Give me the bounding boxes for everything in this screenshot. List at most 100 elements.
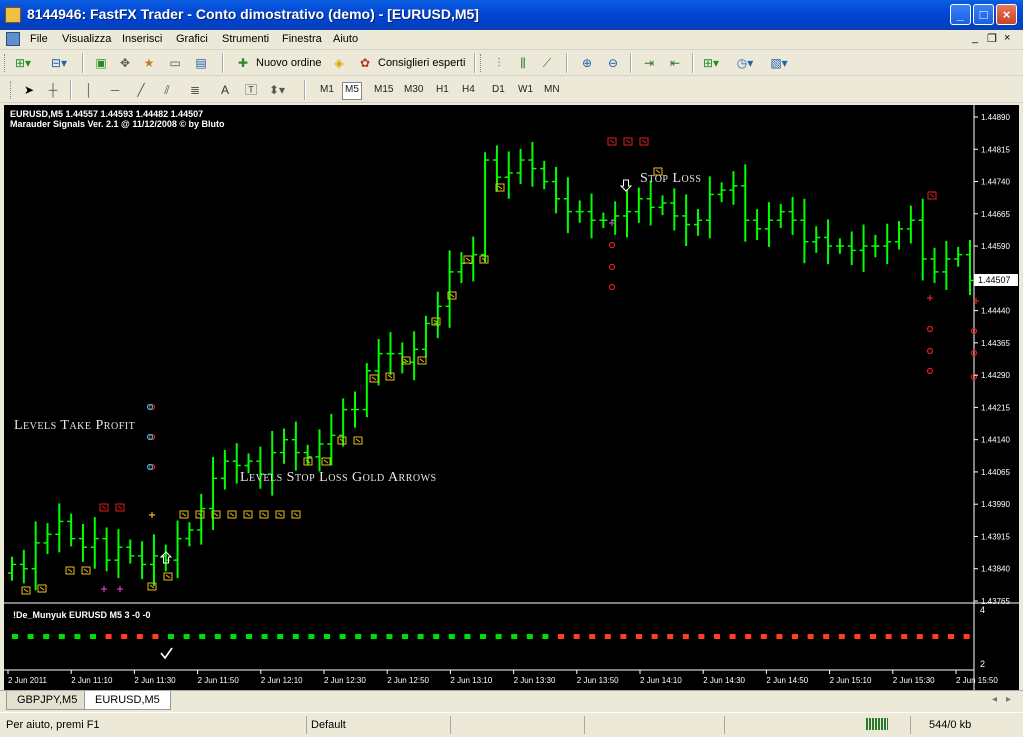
timeframe-w1[interactable]: W1 bbox=[516, 82, 535, 98]
minimize-button[interactable]: _ bbox=[950, 4, 971, 25]
mdi-restore-button[interactable]: ❐ bbox=[987, 32, 997, 45]
mdi-minimize-button[interactable]: _ bbox=[972, 32, 978, 44]
trendline-icon[interactable]: ╱ bbox=[132, 81, 150, 99]
tab-scroll-left-icon[interactable]: ◂ bbox=[992, 694, 997, 705]
indicator-dot bbox=[698, 634, 705, 639]
auto-scroll-icon[interactable]: ⇥ bbox=[640, 54, 658, 72]
terminal-icon[interactable]: ▭ bbox=[166, 54, 184, 72]
tab-scroll-right-icon[interactable]: ▸ bbox=[1006, 694, 1011, 705]
new-order-icon[interactable]: ✚ bbox=[234, 54, 252, 72]
menu-window[interactable]: Finestra bbox=[282, 33, 322, 45]
chart-window[interactable]: 1.44890 1.44815 1.44740 1.44665 1.44590 1.445… bbox=[4, 105, 1019, 690]
toolbar-grip[interactable] bbox=[480, 54, 484, 72]
line-chart-icon[interactable]: ⟋ bbox=[538, 54, 556, 72]
x-tick-label: 2 Jun 12:50 bbox=[387, 676, 429, 685]
horizontal-line-icon[interactable]: ─ bbox=[106, 81, 124, 99]
mdi-close-button[interactable]: × bbox=[1004, 32, 1010, 44]
timeframe-mn[interactable]: MN bbox=[542, 82, 562, 98]
menu-charts[interactable]: Grafici bbox=[176, 33, 208, 45]
indicator-label: !De_Munyuk EURUSD M5 3 -0 -0 bbox=[13, 610, 151, 620]
indicator-dot bbox=[542, 634, 549, 639]
market-watch-icon[interactable]: ▣ bbox=[92, 54, 110, 72]
gold-signal-cross bbox=[149, 512, 155, 518]
zoom-in-icon[interactable]: ⊕ bbox=[578, 54, 596, 72]
y-tick-label: 1.43915 bbox=[981, 532, 1010, 541]
data-window-icon[interactable]: ✥ bbox=[116, 54, 134, 72]
indicator-dot bbox=[807, 634, 814, 639]
indicator-dot bbox=[480, 634, 486, 639]
candlestick-icon[interactable]: ⫼ bbox=[514, 54, 532, 72]
vertical-line-icon[interactable]: │ bbox=[80, 81, 98, 99]
indicator-dot bbox=[261, 634, 268, 639]
y-tick-label: 1.44815 bbox=[981, 145, 1010, 154]
toolbar-grip[interactable] bbox=[10, 81, 14, 99]
timeframe-d1[interactable]: D1 bbox=[490, 82, 507, 98]
text-tool-button[interactable]: A bbox=[216, 81, 234, 99]
timeframe-m1[interactable]: M1 bbox=[318, 82, 336, 98]
crosshair-icon[interactable]: ┼ bbox=[44, 81, 62, 99]
periods-icon[interactable]: ◷▾ bbox=[736, 54, 754, 72]
fibonacci-icon[interactable]: ≣ bbox=[186, 81, 204, 99]
y-tick-label: 1.43990 bbox=[981, 500, 1010, 509]
gold-level-marker bbox=[179, 510, 189, 519]
maximize-button[interactable]: □ bbox=[973, 4, 994, 25]
menu-file[interactable]: File bbox=[30, 33, 48, 45]
bar-chart-icon[interactable]: ⫶ bbox=[490, 54, 508, 72]
text-label-icon[interactable]: 🅃 bbox=[242, 81, 260, 99]
menu-insert[interactable]: Inserisci bbox=[122, 33, 162, 45]
gold-level-marker bbox=[369, 374, 379, 383]
timeframe-m30[interactable]: M30 bbox=[402, 82, 425, 98]
annotation-take-profit: Levels Take Profit bbox=[14, 418, 136, 433]
toolbar-grip[interactable] bbox=[4, 54, 8, 72]
indicator-dot bbox=[199, 634, 206, 639]
gold-level-marker bbox=[463, 255, 473, 264]
tab-eurusd[interactable]: EURUSD,M5 bbox=[84, 691, 171, 710]
indicator-scale-top: 4 bbox=[980, 605, 985, 615]
indicators-icon[interactable]: ⊞▾ bbox=[702, 54, 720, 72]
menu-tools[interactable]: Strumenti bbox=[222, 33, 269, 45]
indicator-dot bbox=[526, 634, 533, 639]
gold-level-mark bbox=[419, 358, 425, 363]
timeframe-m5[interactable]: M5 bbox=[342, 82, 362, 100]
connection-status-icon bbox=[866, 718, 888, 730]
indicator-dot bbox=[370, 634, 377, 639]
x-tick-label: 2 Jun 14:50 bbox=[766, 676, 808, 685]
gold-level-marker bbox=[21, 586, 31, 595]
timeframe-h1[interactable]: H1 bbox=[434, 82, 451, 98]
chart-symbol-ohlc: EURUSD,M5 1.44557 1.44593 1.44482 1.4450… bbox=[10, 109, 204, 119]
window-titlebar[interactable]: 8144946: FastFX Trader - Conto dimostrat… bbox=[0, 0, 1023, 30]
gold-level-mark bbox=[497, 185, 503, 190]
chart-tabs: GBPJPY,M5 EURUSD,M5 ◂ ▸ bbox=[0, 690, 1023, 711]
timeframe-h4[interactable]: H4 bbox=[460, 82, 477, 98]
metaeditor-icon[interactable]: ◈ bbox=[330, 54, 348, 72]
close-button[interactable]: × bbox=[996, 4, 1017, 25]
x-tick-label: 2 Jun 12:30 bbox=[324, 676, 366, 685]
strategy-tester-icon[interactable]: ▤ bbox=[192, 54, 210, 72]
chart-shift-icon[interactable]: ⇤ bbox=[666, 54, 684, 72]
gold-level-marker bbox=[479, 255, 489, 264]
cursor-icon[interactable]: ➤ bbox=[20, 81, 38, 99]
expert-advisors-button[interactable]: Consiglieri esperti bbox=[378, 54, 465, 72]
equidistant-channel-icon[interactable]: ⫽ bbox=[158, 81, 176, 99]
chart-window-icon[interactable] bbox=[6, 32, 20, 46]
indicator-dot bbox=[573, 634, 580, 639]
tab-gbpjpy[interactable]: GBPJPY,M5 bbox=[6, 691, 89, 710]
price-chart[interactable]: 1.44890 1.44815 1.44740 1.44665 1.44590 1.445… bbox=[4, 105, 1019, 690]
expert-advisors-icon[interactable]: ✿ bbox=[356, 54, 374, 72]
new-order-button[interactable]: Nuovo ordine bbox=[256, 54, 321, 72]
menu-view[interactable]: Visualizza bbox=[62, 33, 111, 45]
menu-help[interactable]: Aiuto bbox=[333, 33, 358, 45]
zoom-out-icon[interactable]: ⊖ bbox=[604, 54, 622, 72]
profiles-icon[interactable]: ⊟▾ bbox=[50, 54, 68, 72]
y-tick-label: 1.44590 bbox=[981, 242, 1010, 251]
y-tick-label: 1.44440 bbox=[981, 307, 1010, 316]
templates-icon[interactable]: ▧▾ bbox=[770, 54, 788, 72]
indicator-dot bbox=[558, 634, 564, 639]
indicator-dot bbox=[667, 634, 674, 639]
timeframe-m15[interactable]: M15 bbox=[372, 82, 395, 98]
app-icon bbox=[5, 7, 21, 23]
indicator-dot bbox=[885, 634, 892, 639]
navigator-icon[interactable]: ★ bbox=[140, 54, 158, 72]
arrows-icon[interactable]: ⬍▾ bbox=[268, 81, 286, 99]
new-chart-icon[interactable]: ⊞▾ bbox=[14, 54, 32, 72]
